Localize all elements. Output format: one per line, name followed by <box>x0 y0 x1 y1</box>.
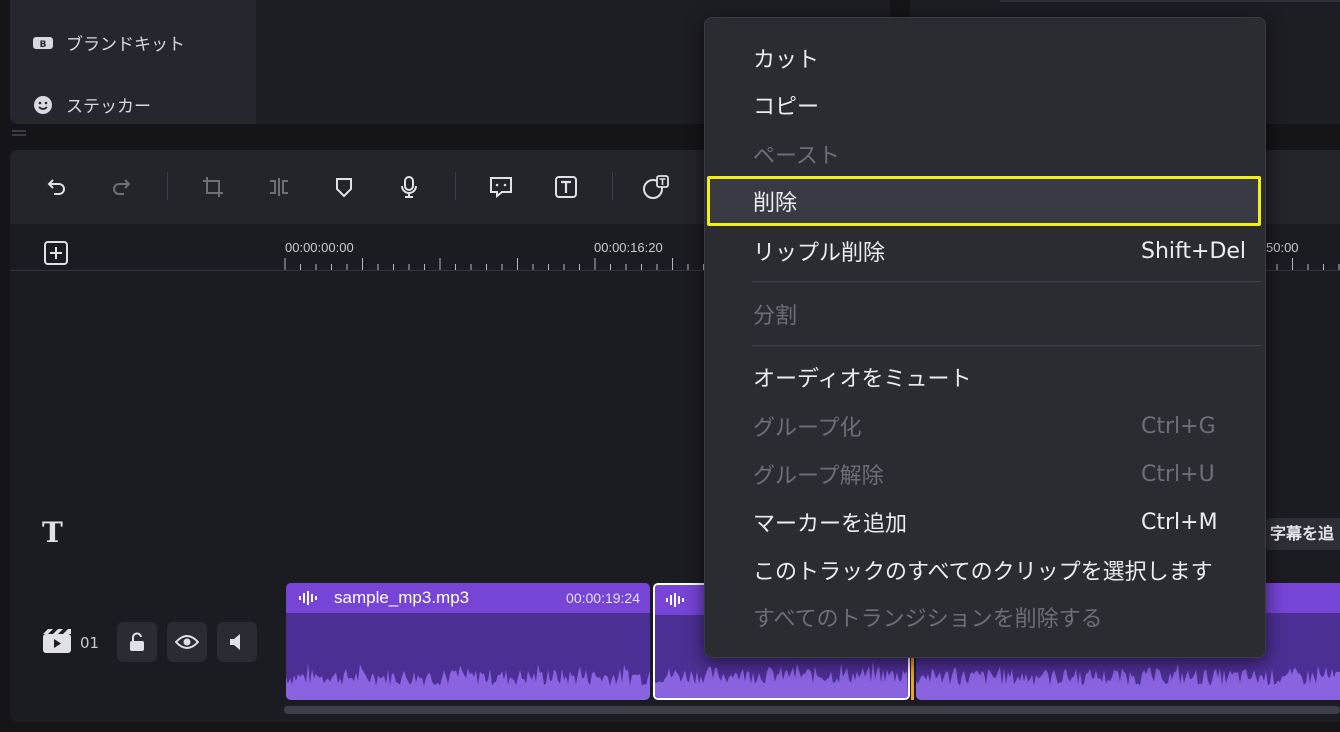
audio-waveform <box>286 663 650 700</box>
split-icon <box>270 178 288 196</box>
audio-clip[interactable]: sample_mp3.mp3 00:00:19:24 <box>286 583 650 700</box>
ruler-timecode: 50:00 <box>1266 240 1299 255</box>
side-menu: B ブランドキット ステッカー <box>10 0 256 124</box>
menu-item-ripple-delete[interactable]: リップル削除 Shift+Del <box>704 227 1264 275</box>
split-button[interactable] <box>262 170 296 204</box>
brand-kit-icon: B <box>32 32 54 54</box>
track-lock-button[interactable] <box>117 622 157 662</box>
side-menu-item-label: ブランドキット <box>66 35 185 55</box>
side-menu-item-label: ステッカー <box>66 97 151 117</box>
ruler-timecode: 00:00:16:20 <box>594 240 663 255</box>
menu-item-label: 分割 <box>753 304 798 329</box>
sticker-icon <box>32 94 54 116</box>
menu-item-label: ペースト <box>753 144 840 169</box>
track-mute-button[interactable] <box>217 622 257 662</box>
menu-item-label: 削除 <box>753 191 798 216</box>
timeline-horizontal-scrollbar[interactable] <box>284 706 1340 714</box>
side-menu-item-brand-kit[interactable]: B ブランドキット <box>32 30 185 55</box>
menu-item-label: このトラックのすべてのクリップを選択します <box>753 560 1213 585</box>
panel-divider <box>1000 0 1340 2</box>
menu-item-shortcut: Shift+Del <box>1141 238 1247 264</box>
marker-icon <box>336 178 352 198</box>
audio-waveform <box>916 663 1340 700</box>
panel-resize-handle[interactable] <box>12 130 26 140</box>
track-type-icon <box>42 628 72 658</box>
menu-item-add-marker[interactable]: マーカーを追加 Ctrl+M <box>704 498 1264 546</box>
menu-item-label: リップル削除 <box>753 241 886 266</box>
menu-item-label: マーカーを追加 <box>753 512 908 537</box>
add-subtitle-chip[interactable]: 字幕を追 <box>1266 518 1340 550</box>
text-icon <box>555 176 577 198</box>
subtitle-button[interactable] <box>484 170 518 204</box>
crop-icon <box>203 177 223 197</box>
clip-waveform-area <box>286 613 650 700</box>
speaker-icon <box>230 634 240 650</box>
menu-item-select-all-clips-in-track[interactable]: このトラックのすべてのクリップを選択します <box>704 546 1264 594</box>
menu-item-copy[interactable]: コピー <box>704 81 1264 129</box>
menu-item-label: カット <box>753 48 820 73</box>
add-track-icon <box>44 241 68 265</box>
clip-name: sample_mp3.mp3 <box>334 588 470 607</box>
text-button[interactable] <box>549 170 583 204</box>
side-menu-item-stickers[interactable]: ステッカー <box>32 92 151 117</box>
clip-duration: 00:00:19:24 <box>566 590 640 606</box>
track-number: 01 <box>80 634 100 652</box>
clip-header: sample_mp3.mp3 00:00:19:24 <box>286 583 650 613</box>
subtitle-icon <box>490 177 512 199</box>
crop-button[interactable] <box>196 170 230 204</box>
add-track-button[interactable] <box>44 241 68 265</box>
menu-item-cut[interactable]: カット <box>704 34 1264 82</box>
menu-separator <box>752 281 1262 282</box>
redo-button[interactable] <box>104 170 138 204</box>
waveform-shape <box>916 663 1340 700</box>
audio-waveform <box>655 660 908 698</box>
toolbar-separator <box>167 172 168 200</box>
unlock-icon <box>130 632 144 651</box>
menu-item-delete-all-transitions: すべてのトランジションを削除する <box>704 593 1264 641</box>
menu-item-shortcut: Ctrl+M <box>1141 509 1218 535</box>
menu-item-shortcut: Ctrl+G <box>1141 413 1216 439</box>
undo-button[interactable] <box>40 170 74 204</box>
menu-item-label: コピー <box>753 95 820 120</box>
waveform-shape <box>655 660 908 698</box>
menu-item-label: すべてのトランジションを削除する <box>753 607 1103 632</box>
menu-item-group: グループ化 Ctrl+G <box>704 402 1264 450</box>
audio-waveform-icon <box>299 591 317 605</box>
undo-icon <box>47 179 65 195</box>
svg-text:B: B <box>40 40 47 50</box>
audio-waveform-icon <box>666 593 684 607</box>
track-visibility-button[interactable] <box>167 622 207 662</box>
speech-to-text-button[interactable] <box>639 170 673 204</box>
menu-item-mute-audio[interactable]: オーディオをミュート <box>704 353 1264 401</box>
menu-item-label: グループ解除 <box>753 464 884 489</box>
ruler-timecode: 00:00:00:00 <box>285 240 354 255</box>
menu-item-shortcut: Ctrl+U <box>1141 461 1215 487</box>
voiceover-button[interactable] <box>392 170 426 204</box>
speech-to-text-icon <box>643 175 669 199</box>
toolbar-separator <box>455 172 456 200</box>
menu-item-split: 分割 <box>704 290 1264 338</box>
menu-item-label: オーディオをミュート <box>753 367 972 392</box>
toolbar-separator <box>612 172 613 200</box>
mic-icon <box>401 176 417 198</box>
text-track-icon: T <box>42 516 63 549</box>
eye-icon <box>175 635 199 649</box>
marker-button[interactable] <box>327 170 361 204</box>
menu-item-label: グループ化 <box>753 416 862 441</box>
menu-item-delete[interactable]: 削除 <box>707 176 1261 226</box>
waveform-shape <box>286 663 650 700</box>
menu-separator <box>752 345 1262 346</box>
menu-item-ungroup: グループ解除 Ctrl+U <box>704 450 1264 498</box>
redo-icon <box>113 179 131 195</box>
menu-item-paste: ペースト <box>704 130 1264 178</box>
